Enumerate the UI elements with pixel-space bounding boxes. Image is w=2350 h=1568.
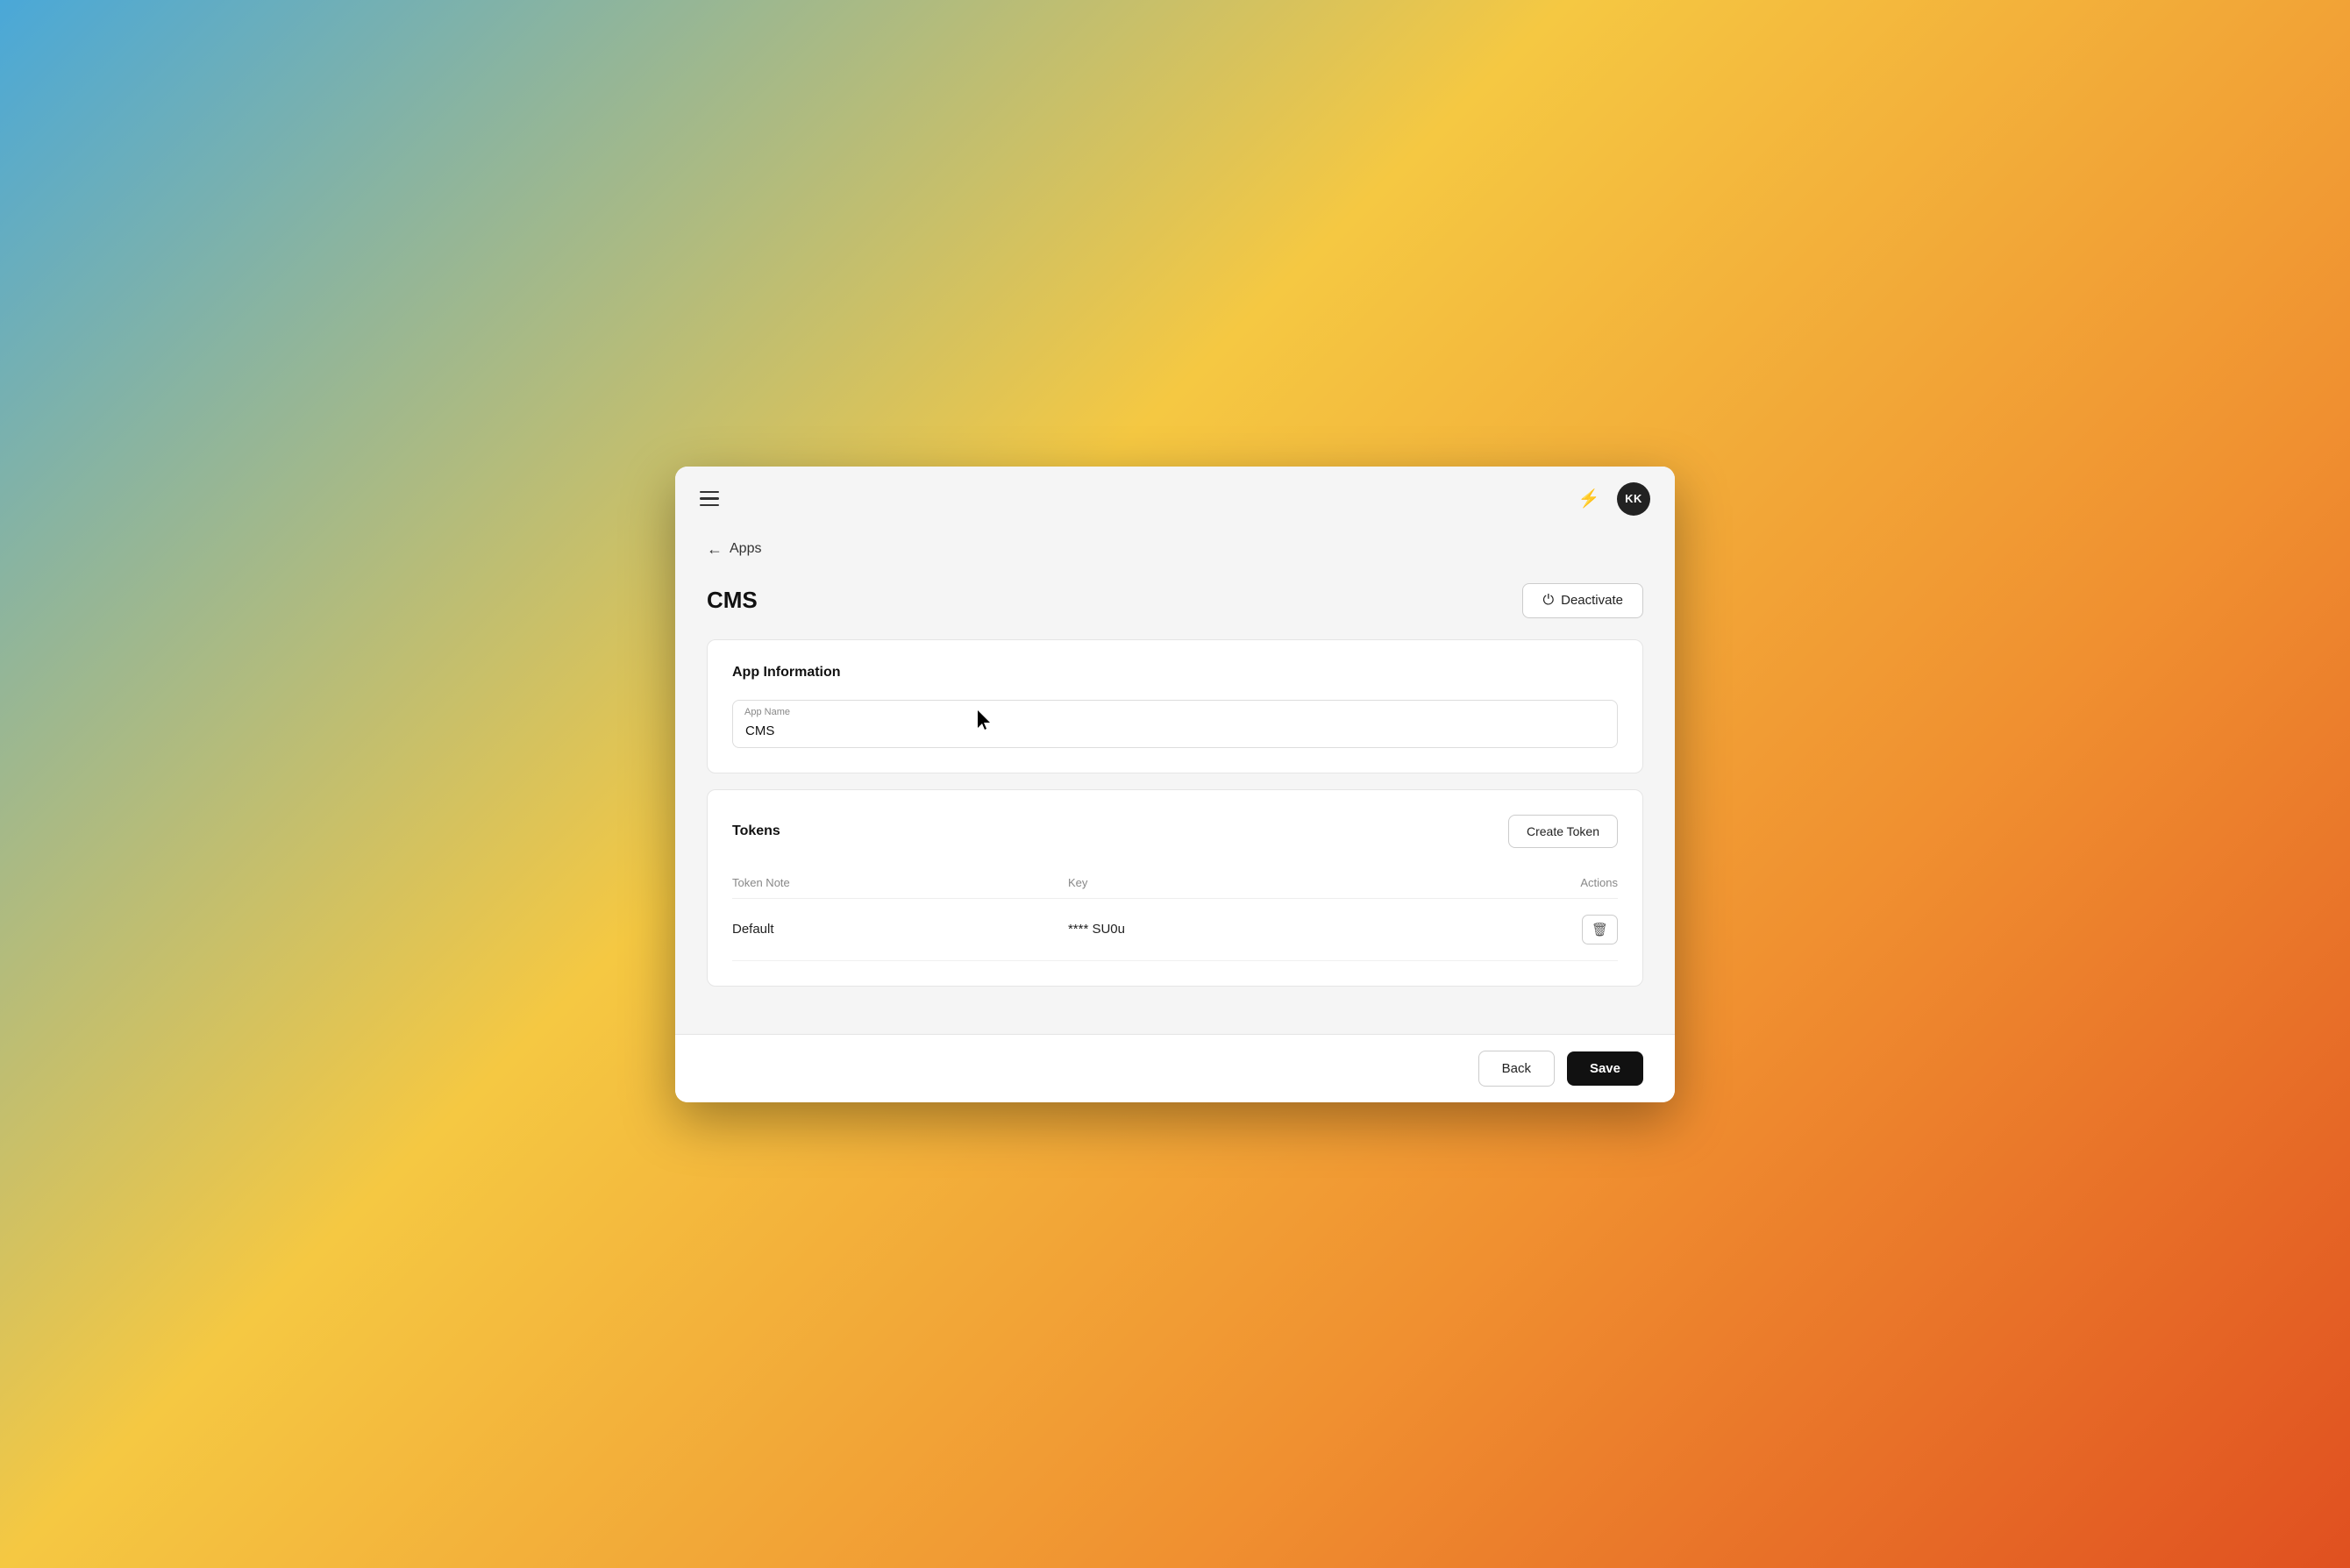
breadcrumb-apps-label: Apps [730,541,761,557]
page-title: CMS [707,587,758,614]
deactivate-button[interactable]: ⏻ Deactivate [1522,583,1643,618]
col-token-note: Token Note [732,867,1068,899]
app-name-field-group: App Name [732,700,1618,748]
table-row: Default**** SU0u 🗑 [732,898,1618,960]
main-content: ← Apps CMS ⏻ Deactivate App Information … [675,531,1675,1034]
topbar: ⚡ KK [675,467,1675,531]
back-nav[interactable]: ← Apps [707,540,1643,559]
footer-bar: Back Save [675,1034,1675,1102]
tokens-table: Token Note Key Actions Default**** SU0u 🗑 [732,867,1618,961]
hamburger-icon[interactable] [700,491,719,507]
page-header: CMS ⏻ Deactivate [707,583,1643,618]
create-token-button[interactable]: Create Token [1508,815,1618,848]
token-note-cell: Default [732,898,1068,960]
app-info-title: App Information [732,665,841,681]
col-key: Key [1068,867,1400,899]
deactivate-label: Deactivate [1561,593,1623,608]
avatar[interactable]: KK [1617,482,1650,516]
topbar-right: ⚡ KK [1575,482,1650,516]
token-key-cell: **** SU0u [1068,898,1400,960]
back-button[interactable]: Back [1478,1051,1555,1087]
token-actions-cell: 🗑 [1400,898,1618,960]
save-button[interactable]: Save [1567,1051,1643,1086]
tokens-title: Tokens [732,823,780,839]
tokens-table-header-row: Token Note Key Actions [732,867,1618,899]
tokens-card: Tokens Create Token Token Note Key Actio… [707,789,1643,987]
bolt-icon[interactable]: ⚡ [1575,485,1603,513]
tokens-header: Tokens Create Token [732,815,1618,848]
app-info-card: App Information App Name [707,639,1643,773]
power-icon: ⏻ [1542,593,1554,609]
app-info-header: App Information [732,665,1618,681]
topbar-left [700,491,719,507]
back-arrow-icon: ← [707,540,723,559]
col-actions: Actions [1400,867,1618,899]
delete-token-button[interactable]: 🗑 [1582,915,1618,944]
app-name-input[interactable] [732,700,1618,748]
